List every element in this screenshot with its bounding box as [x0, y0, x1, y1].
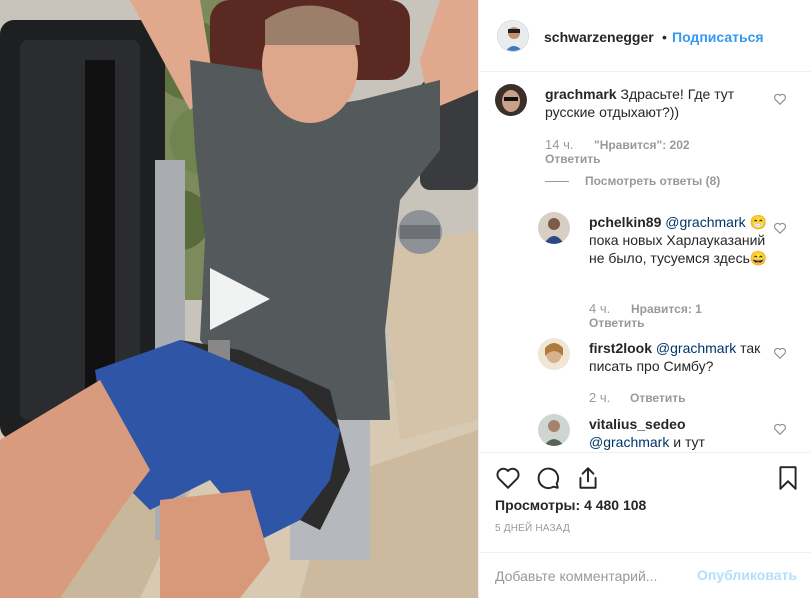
views-label: Просмотры:: [495, 497, 581, 513]
heart-icon[interactable]: [773, 92, 787, 106]
comment-likes[interactable]: Нравится: 1: [631, 302, 702, 316]
comment-likes[interactable]: "Нравится": 202: [594, 138, 690, 152]
comment-input[interactable]: [495, 561, 685, 591]
replies-divider: [545, 181, 569, 182]
views-count: 4 480 108: [584, 497, 647, 513]
comment-mention[interactable]: @grachmark: [656, 340, 736, 356]
reply-button[interactable]: Ответить: [589, 316, 644, 330]
comment-time: 14 ч.: [545, 137, 574, 152]
comment-time: 2 ч.: [589, 390, 611, 405]
post-video[interactable]: [0, 0, 478, 598]
comment-icon[interactable]: [535, 465, 561, 491]
comment-text: first2look @grachmark так писать про Сим…: [589, 339, 769, 375]
commenter-photo: [495, 84, 527, 116]
avatar[interactable]: [538, 414, 570, 446]
comment-text: grachmark Здрасьте! Где тут русские отды…: [545, 85, 755, 121]
view-replies-button[interactable]: Посмотреть ответы (8): [585, 174, 720, 188]
comment-mention[interactable]: @grachmark: [589, 434, 669, 450]
heart-icon[interactable]: [773, 346, 787, 360]
follow-button[interactable]: Подписаться: [672, 29, 764, 45]
share-icon[interactable]: [575, 465, 601, 491]
comment-mention[interactable]: @grachmark: [665, 214, 745, 230]
comment-form: Опубликовать: [479, 552, 811, 598]
post-date[interactable]: 5 ДНЕЙ НАЗАД: [495, 523, 570, 534]
avatar[interactable]: [538, 212, 570, 244]
avatar[interactable]: [497, 20, 529, 52]
comment-time: 4 ч.: [589, 301, 611, 316]
comment-body: и тут: [673, 434, 705, 450]
comment-text: vitalius_sedeo @grachmark и тут: [589, 415, 769, 451]
post-actions: Просмотры: 4 480 108 5 ДНЕЙ НАЗАД: [479, 452, 811, 552]
comment-username[interactable]: pchelkin89: [589, 214, 661, 230]
comment-username[interactable]: first2look: [589, 340, 652, 356]
avatar[interactable]: [495, 84, 527, 116]
commenter-photo: [538, 338, 570, 370]
heart-icon[interactable]: [773, 422, 787, 436]
heart-icon[interactable]: [495, 465, 521, 491]
commenter-photo: [538, 212, 570, 244]
views-counter[interactable]: Просмотры: 4 480 108: [495, 497, 646, 513]
author-username[interactable]: schwarzenegger: [544, 29, 654, 45]
reply-button[interactable]: Ответить: [630, 391, 685, 405]
post-header: schwarzenegger • Подписаться: [479, 0, 811, 72]
play-icon[interactable]: [206, 266, 272, 332]
comment-text: pchelkin89 @grachmark 😁пока новых Харлау…: [589, 213, 769, 267]
publish-button[interactable]: Опубликовать: [697, 567, 797, 583]
profile-photo: [498, 21, 528, 51]
reply-button[interactable]: Ответить: [545, 152, 600, 166]
heart-icon[interactable]: [773, 221, 787, 235]
bookmark-icon[interactable]: [775, 465, 801, 491]
avatar[interactable]: [538, 338, 570, 370]
separator-dot: •: [662, 29, 667, 45]
comment-username[interactable]: grachmark: [545, 86, 617, 102]
comment-username[interactable]: vitalius_sedeo: [589, 416, 686, 432]
commenter-photo: [538, 414, 570, 446]
post-sidebar: schwarzenegger • Подписаться grachmark З…: [478, 0, 811, 598]
comments-list[interactable]: grachmark Здрасьте! Где тут русские отды…: [479, 72, 811, 452]
